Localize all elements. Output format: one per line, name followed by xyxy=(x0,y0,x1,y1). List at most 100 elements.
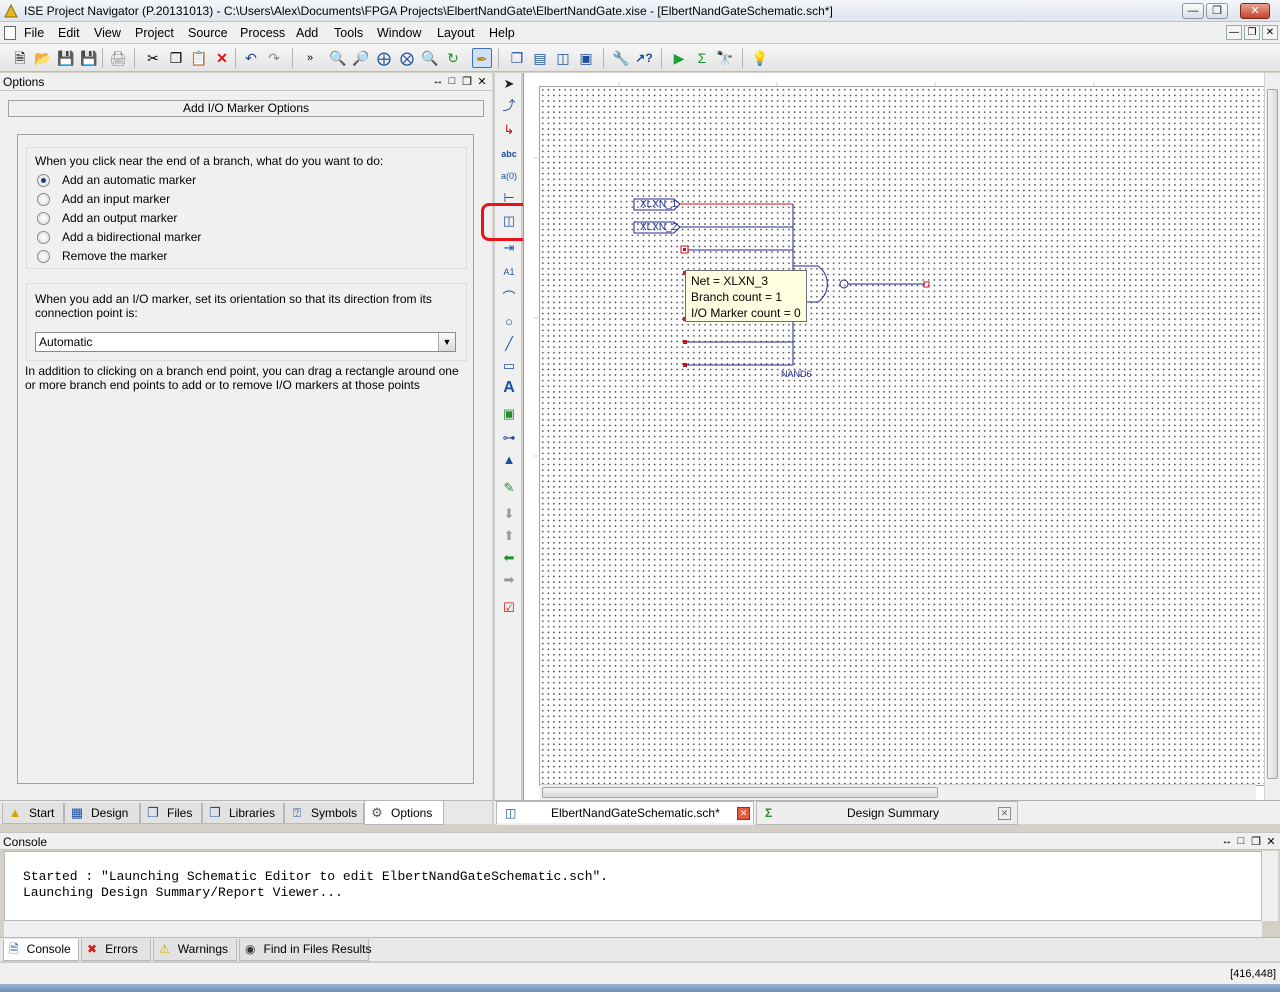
menu-view[interactable]: View xyxy=(94,26,121,40)
paste-icon[interactable]: 📋 xyxy=(189,48,209,68)
add-pin-icon[interactable]: ⊶ xyxy=(500,429,518,447)
radio-button[interactable] xyxy=(37,231,50,244)
rename-abc-icon[interactable]: abc xyxy=(500,145,518,163)
forward-icon[interactable]: ➡ xyxy=(500,571,518,589)
add-port-icon[interactable]: ▲ xyxy=(500,451,518,469)
menu-process[interactable]: Process xyxy=(240,26,285,40)
close-tab-icon[interactable]: ✕ xyxy=(737,807,750,820)
radio-button[interactable] xyxy=(37,212,50,225)
run-icon[interactable]: ▶ xyxy=(669,48,689,68)
cascade-windows-icon[interactable]: ❐ xyxy=(507,48,527,68)
tab-console[interactable]: 🗎 Console xyxy=(3,939,79,961)
zoom-full-icon[interactable]: ⨁ xyxy=(374,48,394,68)
menu-window[interactable]: Window xyxy=(377,26,421,40)
menu-add[interactable]: Add xyxy=(296,26,318,40)
zoom-out-icon[interactable]: 🔎 xyxy=(351,48,371,68)
tab-options[interactable]: ⚙ Options xyxy=(364,801,444,825)
undo-icon[interactable]: ↶ xyxy=(241,48,261,68)
print-icon[interactable]: 🖨 xyxy=(108,48,128,68)
refresh-icon[interactable]: ↻ xyxy=(443,48,463,68)
redo-icon[interactable]: ↷ xyxy=(264,48,284,68)
add-help-icon[interactable]: ▣ xyxy=(500,405,518,423)
check-list-icon[interactable]: ☑ xyxy=(500,599,518,617)
design-summary-sigma-icon[interactable]: Σ xyxy=(692,48,712,68)
tile-vertical-icon[interactable]: ◫ xyxy=(553,48,573,68)
menu-source[interactable]: Source xyxy=(188,26,228,40)
add-bus-tap-icon[interactable]: a(0) xyxy=(500,167,518,185)
add-arc-icon[interactable]: ⌒ xyxy=(500,289,518,307)
add-symbol-icon[interactable]: ⇥ xyxy=(500,239,518,257)
check-schematic-icon[interactable]: ✎ xyxy=(500,479,518,497)
schematic-vertical-scrollbar[interactable] xyxy=(1264,73,1280,800)
cut-icon[interactable]: ✂ xyxy=(143,48,163,68)
close-panel-icon[interactable]: ✕ xyxy=(1265,835,1277,848)
back-icon[interactable]: ⬅ xyxy=(500,549,518,567)
radio-button[interactable] xyxy=(37,193,50,206)
tab-find-in-files-results[interactable]: ◉ Find in Files Results xyxy=(239,939,372,961)
float-panel-icon[interactable]: ↔ xyxy=(1221,835,1233,847)
orientation-select[interactable]: Automatic ▼ xyxy=(35,332,456,352)
add-line-icon[interactable]: ╱ xyxy=(500,335,518,353)
telescope-icon[interactable]: 🔭 xyxy=(715,48,735,68)
add-instance-name-icon[interactable]: A1 xyxy=(500,263,518,281)
save-all-icon[interactable]: 💾 xyxy=(79,48,99,68)
tab-errors[interactable]: ✖ Errors xyxy=(81,939,151,961)
tile-horizontal-icon[interactable]: ▤ xyxy=(530,48,550,68)
tab-schematic-document[interactable]: ◫ ElbertNandGateSchematic.sch* ✕ xyxy=(496,801,754,825)
menu-edit[interactable]: Edit xyxy=(58,26,80,40)
console-horizontal-scrollbar[interactable] xyxy=(4,921,1262,937)
close-tab-icon[interactable]: ✕ xyxy=(998,807,1011,820)
delete-icon[interactable]: ✕ xyxy=(212,48,232,68)
float-panel-icon[interactable]: ↔ xyxy=(432,75,444,87)
tab-start[interactable]: ▲ Start xyxy=(2,803,64,824)
maximize-panel-icon[interactable]: □ xyxy=(1235,835,1247,847)
pop-to-calling-icon[interactable]: ⬆ xyxy=(500,527,518,545)
menu-project[interactable]: Project xyxy=(135,26,174,40)
toolbar-overflow-icon[interactable]: » xyxy=(300,48,320,68)
menu-help[interactable]: Help xyxy=(489,26,515,40)
window-layout-icon[interactable]: ▣ xyxy=(576,48,596,68)
context-help-icon[interactable]: ↗? xyxy=(634,48,654,68)
maximize-button[interactable]: ❐ xyxy=(1206,3,1228,19)
radio-button[interactable] xyxy=(37,250,50,263)
tab-design[interactable]: ▦ Design xyxy=(64,803,140,824)
add-net-name-icon[interactable]: ↳ xyxy=(500,121,518,139)
undock-panel-icon[interactable]: ❐ xyxy=(1250,835,1262,848)
tab-design-summary[interactable]: Σ Design Summary ✕ xyxy=(756,801,1018,825)
menu-layout[interactable]: Layout xyxy=(437,26,475,40)
settings-wrench-icon[interactable]: 🔧 xyxy=(611,48,631,68)
copy-icon[interactable]: ❐ xyxy=(166,48,186,68)
push-into-symbol-icon[interactable]: ⬇ xyxy=(500,505,518,523)
tab-warnings[interactable]: ⚠ Warnings xyxy=(153,939,237,961)
zoom-to-box-icon[interactable]: ⨂ xyxy=(397,48,417,68)
radio-button[interactable] xyxy=(37,174,50,187)
mdi-minimize-button[interactable]: — xyxy=(1226,25,1242,40)
new-file-icon[interactable]: 🗎 xyxy=(10,48,30,68)
tab-symbols[interactable]: ⍰ Symbols xyxy=(284,803,364,824)
lightbulb-icon[interactable]: 💡 xyxy=(750,48,770,68)
maximize-panel-icon[interactable]: □ xyxy=(446,75,458,87)
save-icon[interactable]: 💾 xyxy=(56,48,76,68)
add-rectangle-icon[interactable]: ▭ xyxy=(500,357,518,375)
zoom-in-icon[interactable]: 🔍 xyxy=(328,48,348,68)
add-circle-icon[interactable]: ○ xyxy=(500,313,518,331)
tab-files[interactable]: ❐ Files xyxy=(140,803,202,824)
mdi-restore-button[interactable]: ❐ xyxy=(1244,25,1260,40)
add-text-icon[interactable]: A xyxy=(500,379,518,397)
add-wire-icon[interactable]: ⤴ xyxy=(500,97,518,115)
console-vertical-scrollbar[interactable] xyxy=(1262,851,1278,921)
minimize-button[interactable]: — xyxy=(1182,3,1204,19)
menu-tools[interactable]: Tools xyxy=(334,26,363,40)
zoom-selected-icon[interactable]: 🔍 xyxy=(420,48,440,68)
scrollbar-thumb[interactable] xyxy=(1267,89,1278,779)
scrollbar-thumb[interactable] xyxy=(542,787,938,798)
select-mode-icon[interactable]: ✒ xyxy=(472,48,492,68)
mdi-close-button[interactable]: ✕ xyxy=(1262,25,1278,40)
close-panel-icon[interactable]: ✕ xyxy=(476,75,488,88)
undock-panel-icon[interactable]: ❐ xyxy=(461,75,473,88)
console-output[interactable]: Started : "Launching Schematic Editor to… xyxy=(4,851,1262,921)
schematic-horizontal-scrollbar[interactable] xyxy=(540,784,1256,800)
select-arrow-icon[interactable]: ➤ xyxy=(500,75,518,93)
close-window-button[interactable]: ✕ xyxy=(1240,3,1270,19)
chevron-down-icon[interactable]: ▼ xyxy=(438,333,455,351)
